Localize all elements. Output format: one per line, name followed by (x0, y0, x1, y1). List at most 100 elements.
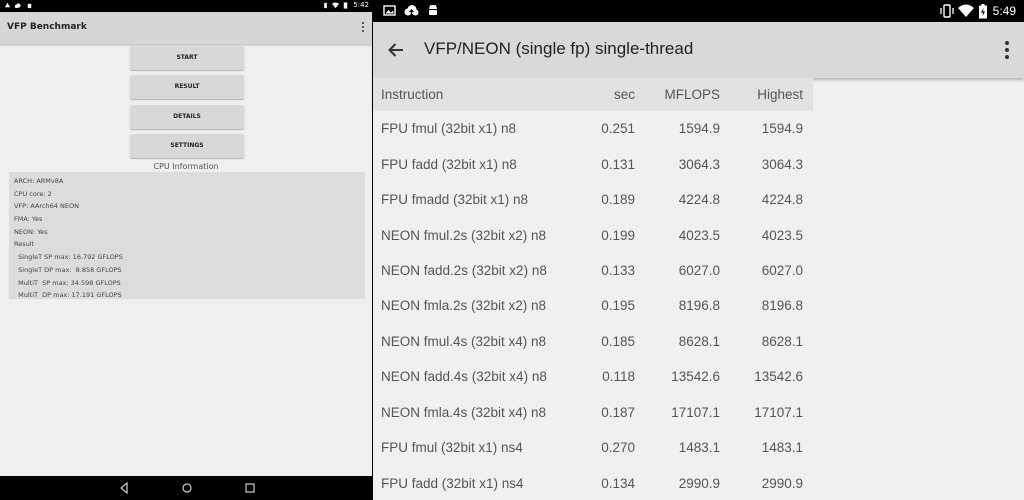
cell-highest: 2990.9 (761, 475, 803, 491)
cell-highest: 1483.1 (761, 440, 803, 456)
cell-mflops: 6027.0 (678, 262, 720, 278)
table-row: NEON fmul.2s (32bit x2) n8 0.199 4023.5 … (373, 217, 813, 252)
wifi-icon (958, 4, 974, 17)
wifi-icon (332, 2, 339, 9)
cpu-info-line: NEON: Yes (14, 227, 48, 236)
cell-highest: 4224.8 (761, 192, 803, 208)
cell-mflops: 1594.9 (678, 121, 720, 137)
cell-sec: 0.134 (601, 475, 635, 491)
cell-mflops: 1483.1 (678, 440, 720, 456)
cpu-info-line: MultiT SP max: 34.598 GFLOPS (14, 278, 121, 287)
cell-sec: 0.199 (601, 227, 635, 243)
back-nav-icon[interactable] (119, 482, 129, 494)
cell-sec: 0.195 (601, 298, 635, 314)
cell-highest: 1594.9 (761, 121, 803, 137)
cell-mflops: 8196.8 (678, 298, 720, 314)
android-debug-icon (429, 4, 437, 15)
back-arrow-icon[interactable] (387, 41, 405, 59)
cloud-upload-icon (404, 5, 419, 16)
cell-instruction: NEON fadd.4s (32bit x4) n8 (381, 369, 547, 385)
table-row: FPU fadd (32bit x1) n8 0.131 3064.3 3064… (373, 146, 813, 181)
cell-sec: 0.185 (601, 333, 635, 349)
cell-sec: 0.133 (601, 262, 635, 278)
results-table: Instruction sec MFLOPS Highest FPU fmul … (373, 78, 813, 500)
table-header: Instruction sec MFLOPS Highest (373, 78, 813, 111)
cell-mflops: 4023.5 (678, 227, 720, 243)
cell-instruction: FPU fadd (32bit x1) ns4 (381, 475, 524, 491)
cell-instruction: NEON fmla.4s (32bit x4) n8 (381, 404, 547, 420)
gallery-icon (383, 5, 396, 16)
left-app-bar: VFP Benchmark (0, 12, 372, 44)
vibrate-icon (324, 2, 327, 9)
header-highest: Highest (757, 87, 803, 102)
cpu-info-panel: ARCH: ARMv8A CPU core: 2 VFP: AArch64 NE… (9, 172, 365, 299)
left-status-bar: 5:42 (0, 0, 372, 12)
table-row: NEON fmul.4s (32bit x4) n8 0.185 8628.1 … (373, 324, 813, 359)
cell-instruction: FPU fadd (32bit x1) n8 (381, 156, 517, 172)
result-button[interactable]: RESULT (130, 75, 244, 99)
cell-sec: 0.189 (601, 192, 635, 208)
cell-mflops: 13542.6 (671, 369, 720, 385)
header-instruction: Instruction (381, 87, 444, 102)
header-sec: sec (613, 87, 635, 102)
cell-instruction: FPU fmadd (32bit x1) n8 (381, 192, 529, 208)
right-app-bar: VFP/NEON (single fp) single-thread (373, 22, 1024, 78)
right-status-time: 5:49 (992, 4, 1016, 18)
cell-highest: 13542.6 (754, 369, 803, 385)
home-nav-icon[interactable] (181, 482, 193, 494)
left-status-time: 5:42 (353, 1, 369, 9)
notification-icon (4, 2, 11, 8)
cloud-icon (14, 3, 21, 9)
battery-charging-icon (979, 4, 987, 19)
cpu-info-line: FMA: Yes (14, 215, 43, 224)
cell-highest: 8628.1 (761, 333, 803, 349)
left-nav-bar (0, 476, 372, 500)
cell-sec: 0.187 (601, 404, 635, 420)
right-phone-screen: 5:49 VFP/NEON (single fp) single-thread … (373, 0, 1024, 500)
table-row: NEON fadd.4s (32bit x4) n8 0.118 13542.6… (373, 359, 813, 394)
vibrate-icon (940, 4, 954, 18)
recents-nav-icon[interactable] (244, 482, 256, 494)
cell-mflops: 2990.9 (678, 475, 720, 491)
cpu-info-line: SingleT SP max: 16.792 GFLOPS (14, 253, 123, 262)
cell-sec: 0.131 (601, 156, 635, 172)
cell-instruction: NEON fadd.2s (32bit x2) n8 (381, 262, 547, 278)
settings-button[interactable]: SETTINGS (130, 134, 244, 158)
details-button[interactable]: DETAILS (130, 105, 244, 129)
table-row: FPU fmadd (32bit x1) n8 0.189 4224.8 422… (373, 182, 813, 217)
cpu-info-line: MultiT DP max: 17.191 GFLOPS (14, 291, 122, 300)
overflow-menu-icon[interactable] (360, 21, 366, 33)
header-mflops: MFLOPS (664, 87, 720, 102)
cell-mflops: 17107.1 (671, 404, 720, 420)
table-row: FPU fadd (32bit x1) ns4 0.134 2990.9 299… (373, 465, 813, 500)
cell-highest: 17107.1 (754, 404, 803, 420)
cell-instruction: NEON fmla.2s (32bit x2) n8 (381, 298, 547, 314)
cell-mflops: 8628.1 (678, 333, 720, 349)
table-row: NEON fmla.2s (32bit x2) n8 0.195 8196.8 … (373, 288, 813, 323)
android-icon (27, 3, 32, 9)
page-title: VFP/NEON (single fp) single-thread (424, 39, 694, 58)
cell-highest: 4023.5 (761, 227, 803, 243)
start-button[interactable]: START (130, 46, 244, 70)
cpu-info-line: VFP: AArch64 NEON (14, 202, 79, 211)
cpu-info-line: CPU core: 2 (14, 189, 52, 198)
cell-instruction: NEON fmul.2s (32bit x2) n8 (381, 227, 547, 243)
cell-sec: 0.270 (601, 440, 635, 456)
cell-mflops: 3064.3 (678, 156, 720, 172)
cell-mflops: 4224.8 (678, 192, 720, 208)
cell-instruction: FPU fmul (32bit x1) n8 (381, 121, 517, 137)
overflow-menu-icon[interactable] (1004, 40, 1010, 60)
cell-sec: 0.118 (602, 369, 635, 385)
cell-highest: 8196.8 (761, 298, 803, 314)
cpu-info-line: SingleT DP max: 8.858 GFLOPS (14, 265, 122, 274)
cpu-info-title: CPU Information (153, 162, 219, 171)
table-row: NEON fmla.4s (32bit x4) n8 0.187 17107.1… (373, 395, 813, 430)
left-phone-screen: 5:42 VFP Benchmark START RESULT DETAILS … (0, 0, 372, 500)
battery-icon (343, 2, 348, 9)
cell-highest: 6027.0 (761, 262, 803, 278)
cell-highest: 3064.3 (761, 156, 803, 172)
table-row: FPU fmul (32bit x1) ns4 0.270 1483.1 148… (373, 430, 813, 465)
table-row: NEON fadd.2s (32bit x2) n8 0.133 6027.0 … (373, 253, 813, 288)
cell-instruction: FPU fmul (32bit x1) ns4 (381, 440, 523, 456)
cell-sec: 0.251 (601, 121, 635, 137)
